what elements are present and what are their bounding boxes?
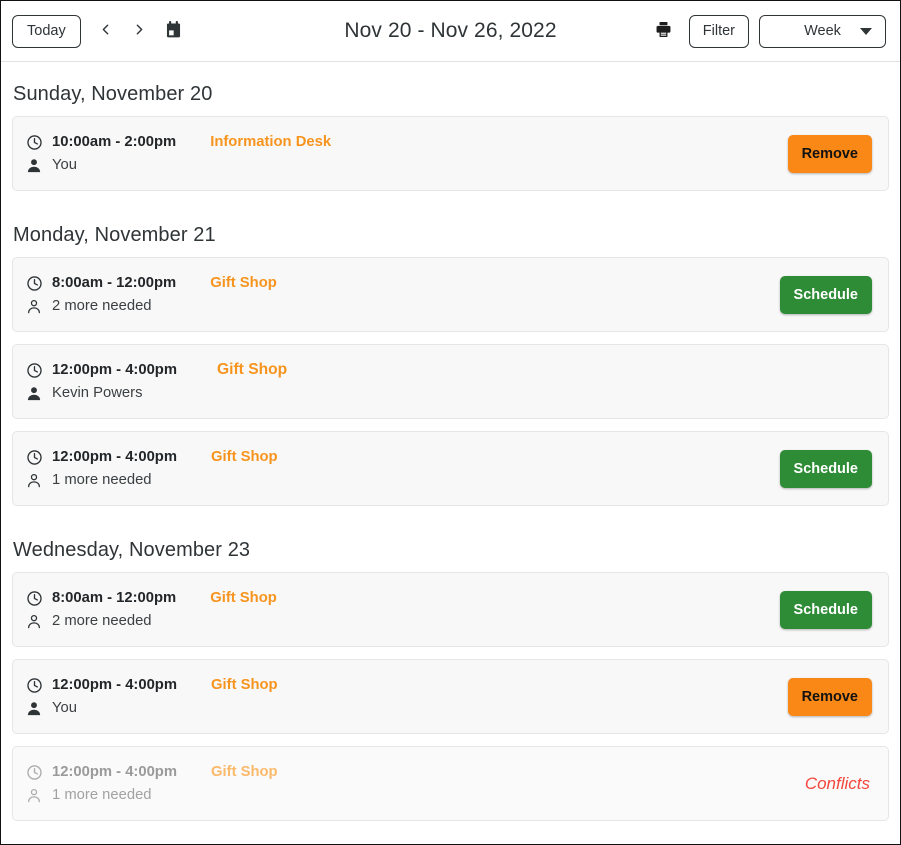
shift-assignee-row: 2 more needed — [25, 612, 277, 630]
shift-time-row: 12:00pm - 4:00pm Gift Shop — [25, 361, 287, 379]
date-nav-group — [89, 14, 191, 48]
shift-time: 12:00pm - 4:00pm — [52, 449, 177, 465]
shift-assignee: You — [52, 700, 77, 716]
remove-shift-button[interactable]: Remove — [788, 678, 872, 716]
date-picker-button[interactable] — [157, 14, 191, 48]
shift-time: 12:00pm - 4:00pm — [52, 362, 177, 378]
shift-assignee: 1 more needed — [52, 787, 152, 803]
day-header: Sunday, November 20 — [12, 62, 889, 116]
person-outline-icon — [25, 471, 43, 489]
shift-info: 8:00am - 12:00pm Gift Shop 2 more needed — [25, 274, 277, 315]
conflicts-label: Conflicts — [805, 774, 872, 793]
shift-assignee: 1 more needed — [52, 472, 152, 488]
person-outline-icon — [25, 786, 43, 804]
shift-time: 10:00am - 2:00pm — [52, 134, 176, 150]
calendar-icon — [165, 21, 182, 42]
shift-info: 10:00am - 2:00pm Information Desk You — [25, 133, 331, 174]
clock-icon — [25, 448, 43, 466]
shift-info: 12:00pm - 4:00pm Gift Shop 1 more needed — [25, 763, 278, 804]
person-filled-icon — [25, 156, 43, 174]
clock-icon — [25, 676, 43, 694]
chevron-down-icon — [860, 28, 872, 35]
shift-info: 8:00am - 12:00pm Gift Shop 2 more needed — [25, 589, 277, 630]
view-mode-label: Week — [804, 16, 841, 47]
shift-assignee-row: 1 more needed — [25, 786, 278, 804]
shift-assignee: Kevin Powers — [52, 385, 142, 401]
clock-icon — [25, 133, 43, 151]
toolbar-actions: Filter Week — [649, 15, 886, 48]
print-button[interactable] — [649, 16, 679, 46]
shift-card: 10:00am - 2:00pm Information Desk You Remov… — [12, 116, 889, 191]
shift-action: Conflicts — [805, 774, 872, 794]
chevron-right-icon — [131, 21, 148, 41]
shift-action: Schedule — [780, 450, 872, 488]
shift-assignee-row: 1 more needed — [25, 471, 278, 489]
printer-icon — [654, 20, 673, 42]
person-outline-icon — [25, 297, 43, 315]
view-mode-dropdown[interactable]: Week — [759, 15, 886, 48]
shift-info: 12:00pm - 4:00pm Gift Shop You — [25, 676, 278, 717]
shift-location: Gift Shop — [211, 764, 278, 780]
day-header: Wednesday, November 23 — [12, 518, 889, 572]
shift-info: 12:00pm - 4:00pm Gift Shop 1 more needed — [25, 448, 278, 489]
shift-action: Remove — [788, 135, 872, 173]
shift-time-row: 8:00am - 12:00pm Gift Shop — [25, 589, 277, 607]
schedule-shift-button[interactable]: Schedule — [780, 276, 872, 314]
shift-action: Schedule — [780, 276, 872, 314]
clock-icon — [25, 274, 43, 292]
shift-assignee-row: Kevin Powers — [25, 384, 287, 402]
shift-location: Gift Shop — [210, 590, 277, 606]
shift-time: 8:00am - 12:00pm — [52, 590, 176, 606]
schedule-shift-button[interactable]: Schedule — [780, 450, 872, 488]
today-button[interactable]: Today — [12, 15, 81, 48]
shift-time-row: 12:00pm - 4:00pm Gift Shop — [25, 676, 278, 694]
shift-time: 8:00am - 12:00pm — [52, 275, 176, 291]
filter-button[interactable]: Filter — [689, 15, 749, 48]
shift-time: 12:00pm - 4:00pm — [52, 677, 177, 693]
schedule-shift-button[interactable]: Schedule — [780, 591, 872, 629]
person-filled-icon — [25, 384, 43, 402]
shift-time-row: 12:00pm - 4:00pm Gift Shop — [25, 448, 278, 466]
shift-assignee-row: 2 more needed — [25, 297, 277, 315]
calendar-page: Today Nov 20 - Nov 26, 2022 — [0, 0, 901, 845]
shift-card: 12:00pm - 4:00pm Gift Shop 1 more needed Sc… — [12, 431, 889, 506]
shift-location: Gift Shop — [211, 449, 278, 465]
day-header: Monday, November 21 — [12, 203, 889, 257]
toolbar: Today Nov 20 - Nov 26, 2022 — [1, 1, 900, 62]
clock-icon — [25, 361, 43, 379]
shift-info: 12:00pm - 4:00pm Gift Shop Kevin Powers — [25, 361, 287, 402]
shift-card: 12:00pm - 4:00pm Gift Shop You Remove — [12, 659, 889, 734]
shift-card: 8:00am - 12:00pm Gift Shop 2 more needed Sc… — [12, 257, 889, 332]
shift-assignee-row: You — [25, 156, 331, 174]
next-period-button[interactable] — [123, 14, 157, 48]
schedule-list: Sunday, November 20 10:00am - 2:00pm Infor… — [1, 62, 900, 821]
shift-action: Remove — [788, 678, 872, 716]
shift-time-row: 12:00pm - 4:00pm Gift Shop — [25, 763, 278, 781]
previous-period-button[interactable] — [89, 14, 123, 48]
shift-assignee: You — [52, 157, 77, 173]
shift-location: Gift Shop — [211, 677, 278, 693]
shift-location: Information Desk — [210, 134, 331, 150]
shift-card: 12:00pm - 4:00pm Gift Shop 1 more needed Co… — [12, 746, 889, 821]
clock-icon — [25, 763, 43, 781]
person-filled-icon — [25, 699, 43, 717]
shift-action: Schedule — [780, 591, 872, 629]
shift-assignee: 2 more needed — [52, 298, 152, 314]
person-outline-icon — [25, 612, 43, 630]
clock-icon — [25, 589, 43, 607]
chevron-left-icon — [97, 21, 114, 41]
shift-card: 8:00am - 12:00pm Gift Shop 2 more needed Sc… — [12, 572, 889, 647]
shift-time: 12:00pm - 4:00pm — [52, 764, 177, 780]
shift-assignee: 2 more needed — [52, 613, 152, 629]
shift-assignee-row: You — [25, 699, 278, 717]
remove-shift-button[interactable]: Remove — [788, 135, 872, 173]
shift-card: 12:00pm - 4:00pm Gift Shop Kevin Powers — [12, 344, 889, 419]
shift-location: Gift Shop — [210, 275, 277, 291]
shift-time-row: 8:00am - 12:00pm Gift Shop — [25, 274, 277, 292]
shift-location: Gift Shop — [217, 361, 287, 379]
shift-time-row: 10:00am - 2:00pm Information Desk — [25, 133, 331, 151]
